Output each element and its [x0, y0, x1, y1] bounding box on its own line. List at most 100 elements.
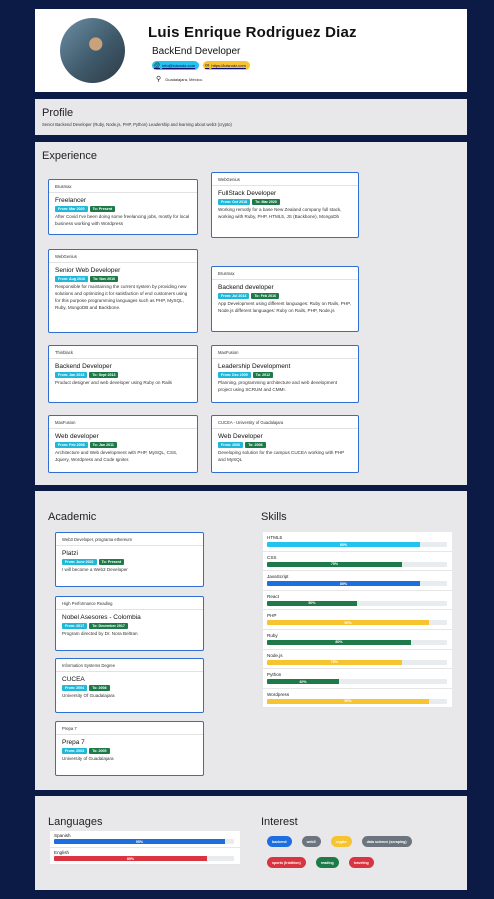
card-title: Nobel Asesores - Colombia: [62, 614, 141, 621]
progress-fill: 80%: [267, 639, 411, 645]
card-header: Web3 Developer, programa ethereum: [56, 533, 203, 546]
website-text: https://luisrodz.com: [211, 63, 246, 68]
language-row: Spanish 95%: [50, 831, 240, 848]
progress-track: 75%: [267, 659, 447, 665]
languages-title: Languages: [48, 816, 103, 828]
experience-card: CUCEA - University of Guadalajara Web De…: [211, 415, 359, 473]
card-title: CUCEA: [62, 676, 85, 683]
skill-row: Node.js 75%: [263, 650, 452, 670]
skill-row: Ruby 80%: [263, 630, 452, 650]
card-company: Brusmax: [212, 267, 358, 280]
card-description: After Covid I've been doing some freelan…: [55, 214, 190, 226]
card-title: Backend Developer: [55, 363, 112, 370]
website-link[interactable]: ∞ https://luisrodz.com: [203, 61, 250, 70]
academic-card: Web3 Developer, programa ethereum Platzi…: [55, 532, 204, 587]
progress-label: 90%: [344, 699, 352, 704]
card-company: WebGenius: [212, 173, 358, 186]
interest-tag: crypto: [330, 836, 352, 847]
to-badge: To: 2008: [245, 442, 266, 448]
from-badge: From: Aug 2016: [55, 276, 89, 282]
profile-title: Profile: [42, 107, 74, 119]
progress-label: 95%: [135, 839, 144, 844]
to-badge: To: Nov 2016: [90, 276, 119, 282]
from-badge: From: Mar 2020: [55, 206, 88, 212]
interest-tag: traveling: [348, 857, 374, 868]
progress-label: 50%: [308, 601, 316, 606]
at-icon: @: [154, 62, 161, 69]
skill-name: JavaScript: [267, 574, 289, 580]
interest-title: Interest: [261, 816, 298, 828]
card-title: Web Developer: [218, 433, 263, 440]
progress-label: 75%: [330, 562, 339, 567]
progress-fill: 75%: [267, 561, 402, 567]
card-company: CUCEA - University of Guadalajara: [212, 416, 358, 429]
to-badge: To: Present: [98, 559, 125, 565]
progress-fill: 50%: [267, 600, 357, 606]
skills-list: HTML5 85% CSS 75% JavaScript 85% React 50% PHP 90…: [263, 532, 452, 709]
progress-track: 80%: [267, 639, 447, 645]
card-description: Product designer and web developer using…: [55, 380, 172, 385]
languages-interest-section: Languages Interest Spanish 95% English 85% …: [35, 796, 467, 890]
email-text: info@luisrodz.com: [162, 63, 196, 68]
experience-card: MaxFusion Web developer From: Feb 2008 To…: [48, 415, 198, 473]
progress-track: 50%: [267, 600, 447, 606]
skill-row: Wordpress 90%: [263, 689, 452, 709]
card-description: Planning, programming architecture and w…: [218, 380, 337, 392]
academic-card: Prepa 7 Prepa 7 From: 2003 To: 2005 Unive…: [55, 721, 204, 776]
card-company: MaxFusion: [212, 346, 358, 359]
card-description: Program directed by Dr. Nora Beltran: [62, 631, 138, 636]
to-badge: To: 2008: [89, 685, 110, 691]
progress-label: 90%: [344, 620, 352, 625]
skill-row: React 50%: [263, 591, 452, 611]
progress-label: 80%: [335, 640, 343, 645]
from-badge: From: Oct 2018: [218, 199, 251, 205]
skills-title: Skills: [261, 511, 287, 523]
progress-track: 85%: [267, 581, 447, 587]
to-badge: To: December 2017: [89, 623, 128, 629]
interest-tag: reading: [315, 857, 339, 868]
progress-fill: 85%: [267, 581, 420, 587]
from-badge: From: Dec 2009: [218, 372, 251, 378]
progress-fill: 90%: [267, 620, 429, 626]
progress-track: 95%: [54, 839, 234, 844]
interest-tag: web3: [301, 836, 321, 847]
card-header: High Performance Reading: [56, 597, 203, 610]
interest-tag: sports (triathlon): [267, 857, 306, 868]
skill-name: CSS: [267, 554, 277, 560]
card-description: I will become a Web3 Developer: [62, 567, 128, 572]
academic-title: Academic: [48, 511, 97, 523]
email-link[interactable]: @ info@luisrodz.com: [152, 61, 200, 70]
card-header: Prepa 7: [56, 722, 203, 735]
card-company: WebGenius: [49, 250, 197, 263]
progress-track: 85%: [54, 856, 234, 861]
card-title: Backend developer: [218, 284, 274, 291]
skill-row: JavaScript 85%: [263, 571, 452, 591]
skill-row: HTML5 85%: [263, 532, 452, 552]
experience-section: Experience Brusmax Freelancer From: Mar …: [35, 142, 467, 485]
languages-list: Spanish 95% English 85%: [50, 831, 240, 865]
card-description: Developing solution for the campus CUCEA…: [218, 450, 345, 462]
to-badge: To: Feb 2016: [251, 293, 280, 299]
skill-row: Python 40%: [263, 669, 452, 689]
card-title: FullStack Developer: [218, 190, 277, 197]
progress-label: 40%: [299, 679, 307, 684]
progress-label: 75%: [330, 660, 339, 665]
card-description: Working remotly for a base New Zealand c…: [218, 207, 342, 219]
language-row: English 85%: [50, 848, 240, 865]
academic-card: High Performance Reading Nobel Asesores …: [55, 596, 204, 651]
experience-title: Experience: [42, 150, 98, 162]
card-company: MaxFusion: [49, 416, 197, 429]
to-badge: To: 2005: [89, 748, 110, 754]
skill-name: PHP: [267, 613, 277, 619]
card-description: Responsible for maintaining the current …: [55, 284, 188, 310]
card-title: Platzi: [62, 550, 78, 557]
interest-tag: data science (scraping): [361, 836, 412, 847]
academic-skills-section: Academic Skills Web3 Developer, programa…: [35, 491, 467, 790]
from-badge: From: 2017: [62, 623, 88, 629]
from-badge: From: 2003: [62, 748, 88, 754]
progress-track: 90%: [267, 698, 447, 704]
card-title: Web developer: [55, 433, 99, 440]
experience-card: WebGenius FullStack Developer From: Oct …: [211, 172, 359, 238]
from-badge: From: 2004: [62, 685, 88, 691]
skill-name: Wordpress: [267, 691, 290, 697]
